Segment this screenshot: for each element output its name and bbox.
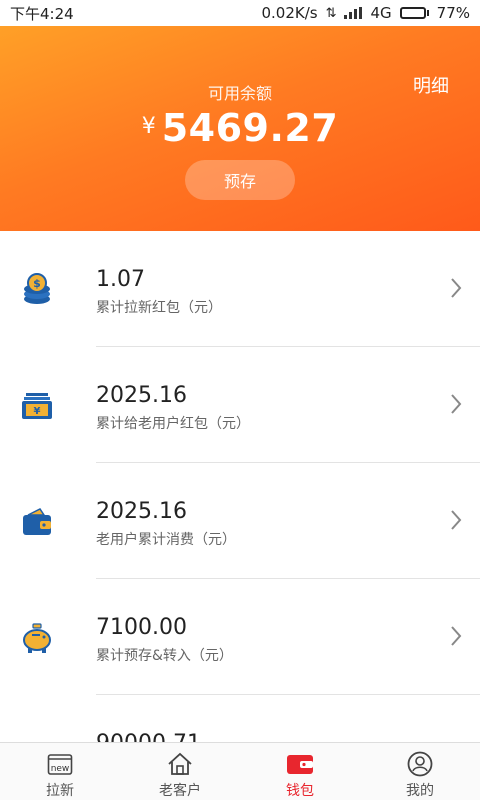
list-item[interactable]: 7100.00 累计预存&转入（元） xyxy=(0,579,480,695)
wallet-icon xyxy=(23,508,51,535)
battery-icon xyxy=(399,7,429,19)
item-value: 7100.00 xyxy=(96,615,187,640)
item-value: 2025.16 xyxy=(96,383,187,408)
network-speed: 0.02K/s xyxy=(261,4,318,22)
network-type: 4G xyxy=(370,4,392,22)
status-time: 下午4:24 xyxy=(10,4,74,23)
item-label: 累计拉新红包（元） xyxy=(96,300,222,316)
chevron-right-icon xyxy=(451,626,462,646)
item-value: 90000.71 xyxy=(96,731,201,742)
balance-header: 明细 可用余额 ¥5469.27 预存 xyxy=(0,26,480,231)
item-label: 累计给老用户红包（元） xyxy=(96,416,250,432)
chevron-right-icon xyxy=(451,510,462,530)
item-label: 老用户累计消费（元） xyxy=(96,532,236,548)
tab-label: 老客户 xyxy=(159,783,201,799)
list-item[interactable]: ¥ 2025.16 累计给老用户红包（元） xyxy=(0,347,480,463)
list-item[interactable]: 2025.16 老用户累计消费（元） xyxy=(0,463,480,579)
tab-old-customers[interactable]: 老客户 xyxy=(120,743,240,800)
balance-display: ¥5469.27 xyxy=(0,106,480,150)
chevron-right-icon xyxy=(451,394,462,414)
currency-symbol: ¥ xyxy=(141,114,156,139)
status-bar: 下午4:24 0.02K/s ⇅ 4G 77% xyxy=(0,0,480,26)
svg-text:$: $ xyxy=(33,277,41,290)
balance-amount: 5469.27 xyxy=(161,106,339,150)
data-transfer-icon: ⇅ xyxy=(325,5,337,21)
tab-label: 拉新 xyxy=(46,783,74,799)
coins-icon: $ xyxy=(24,273,50,304)
svg-text:new: new xyxy=(51,764,70,774)
signal-icon xyxy=(344,7,363,19)
deposit-button[interactable]: 预存 xyxy=(185,160,295,200)
tab-wallet[interactable]: 钱包 xyxy=(240,743,360,800)
list-item[interactable]: $ 1.07 累计拉新红包（元） xyxy=(0,231,480,347)
stats-list: $ 1.07 累计拉新红包（元） ¥ 2025.16 累计给老用户红包（元） 2… xyxy=(0,231,480,742)
bottom-tab-bar: new 拉新 老客户 钱包 我的 xyxy=(0,742,480,800)
tab-label: 我的 xyxy=(406,783,434,799)
tab-new[interactable]: new 拉新 xyxy=(0,743,120,800)
tab-me[interactable]: 我的 xyxy=(360,743,480,800)
item-value: 1.07 xyxy=(96,267,145,292)
status-indicators: 0.02K/s ⇅ 4G 77% xyxy=(261,4,470,22)
user-icon xyxy=(406,751,434,777)
svg-text:¥: ¥ xyxy=(34,406,41,417)
tab-label: 钱包 xyxy=(286,783,314,799)
list-item[interactable]: 90000.71 xyxy=(0,695,480,742)
piggy-bank-icon xyxy=(23,623,51,653)
item-label: 累计预存&转入（元） xyxy=(96,648,233,664)
new-icon: new xyxy=(46,751,74,777)
item-value: 2025.16 xyxy=(96,499,187,524)
battery-percent: 77% xyxy=(436,4,470,22)
wallet-icon xyxy=(286,751,314,777)
cash-stack-icon: ¥ xyxy=(22,393,52,419)
home-icon xyxy=(166,751,194,777)
balance-label: 可用余额 xyxy=(207,84,272,103)
chevron-right-icon xyxy=(451,278,462,298)
